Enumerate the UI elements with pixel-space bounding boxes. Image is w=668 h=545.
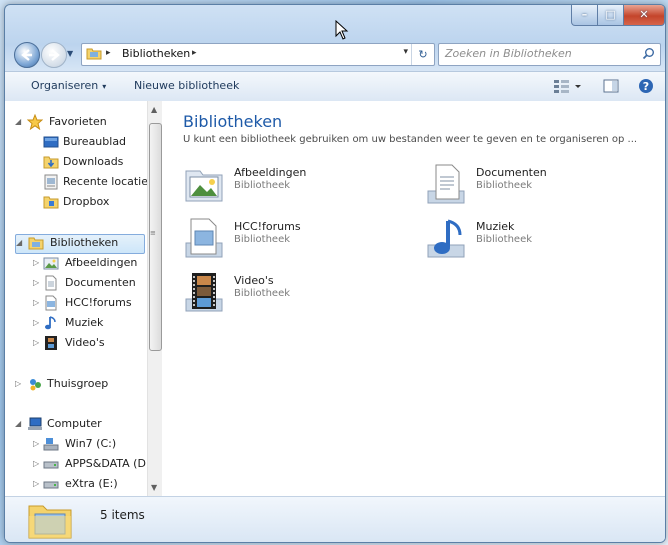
scroll-up-arrow-icon[interactable]: ▲ (151, 105, 157, 114)
mouse-cursor-icon (335, 20, 349, 40)
recent-pages-dropdown[interactable]: ▼ (67, 49, 73, 58)
tile-name: Video's (234, 274, 274, 287)
back-button[interactable] (14, 42, 40, 68)
preview-pane-icon[interactable] (603, 78, 619, 94)
tile-name: Muziek (476, 220, 515, 233)
nav-libraries[interactable]: ◢ Bibliotheken (15, 234, 145, 254)
desktop-icon (43, 136, 59, 148)
close-button[interactable]: ✕ (623, 5, 665, 26)
tile-type: Bibliotheek (234, 288, 291, 299)
tile-type: Bibliotheek (234, 234, 291, 245)
explorer-window: – □ ✕ ▼ ▸ Bibliotheken ▸ ▾ ↻ Zoeken in B… (4, 4, 666, 543)
homegroup-icon (30, 379, 41, 391)
hard-drive-icon (43, 481, 59, 489)
details-pane: 5 items (5, 496, 665, 542)
tile-name: HCC!forums (234, 220, 301, 233)
collapse-arrow-icon[interactable]: ◢ (16, 235, 22, 251)
tile-name: Documenten (476, 166, 547, 179)
search-placeholder: Zoeken in Bibliotheken (445, 47, 572, 60)
change-view-icon[interactable] (553, 78, 583, 94)
new-library-button[interactable]: Nieuwe bibliotheek (134, 79, 239, 92)
expand-arrow-icon[interactable]: ▷ (33, 475, 39, 493)
breadcrumb-separator-2[interactable]: ▸ (192, 48, 197, 58)
folder-library-icon (185, 218, 223, 258)
page-title: Bibliotheken (183, 112, 283, 131)
help-icon[interactable]: ? (638, 78, 654, 94)
library-tile-documents[interactable]: Documenten Bibliotheek (424, 163, 634, 211)
search-box[interactable]: Zoeken in Bibliotheken (438, 43, 661, 66)
system-drive-icon (43, 438, 59, 451)
arrow-left-icon (21, 49, 32, 61)
address-dropdown[interactable]: ▾ (403, 47, 408, 57)
library-tile-pictures[interactable]: Afbeeldingen Bibliotheek (182, 163, 392, 211)
page-description: U kunt een bibliotheek gebruiken om uw b… (183, 134, 638, 145)
address-bar[interactable]: ▸ Bibliotheken ▸ ▾ ↻ (81, 43, 435, 66)
computer-icon (28, 417, 42, 430)
forward-button[interactable] (41, 42, 67, 68)
maximize-button[interactable]: □ (597, 5, 624, 26)
tile-type: Bibliotheek (234, 180, 291, 191)
libraries-folder-icon (28, 237, 44, 250)
collapse-arrow-icon[interactable]: ◢ (15, 113, 21, 131)
content-pane: Bibliotheken U kunt een bibliotheek gebr… (162, 101, 665, 496)
command-bar: Organiseren ▾ Nieuwe bibliotheek ? (5, 71, 665, 102)
dropbox-folder-icon (43, 196, 59, 209)
music-library-icon (427, 219, 465, 258)
collapse-arrow-icon[interactable]: ◢ (15, 415, 21, 433)
tile-type: Bibliotheek (476, 180, 533, 191)
expand-arrow-icon[interactable]: ▷ (33, 455, 39, 473)
videos-library-icon (185, 273, 223, 312)
pictures-icon (43, 257, 59, 270)
documents-library-icon (427, 164, 465, 204)
organize-menu[interactable]: Organiseren ▾ (31, 79, 106, 92)
pictures-library-icon (185, 170, 223, 202)
svg-text:?: ? (643, 80, 649, 93)
navigation-scrollbar[interactable]: ▲ ≡ ▼ (147, 101, 162, 496)
address-row: ▼ ▸ Bibliotheken ▸ ▾ ↻ Zoeken in Bibliot… (5, 39, 665, 69)
tile-type: Bibliotheek (476, 234, 533, 245)
hccforums-icon (45, 295, 57, 311)
downloads-folder-icon (43, 156, 59, 169)
music-note-icon (45, 316, 56, 330)
libraries-folder-large-icon (28, 505, 72, 539)
expand-arrow-icon[interactable]: ▷ (33, 314, 39, 332)
breadcrumb-separator[interactable]: ▸ (106, 48, 111, 58)
breadcrumb-libraries[interactable]: Bibliotheken (122, 47, 190, 60)
libraries-folder-icon (86, 48, 102, 60)
recent-places-icon (44, 174, 58, 190)
expand-arrow-icon[interactable]: ▷ (15, 375, 21, 393)
scrollbar-grip-icon: ≡ (150, 229, 156, 237)
documents-icon (45, 275, 57, 291)
scrollbar-thumb[interactable] (149, 123, 162, 351)
library-tile-music[interactable]: Muziek Bibliotheek (424, 217, 634, 265)
item-count: 5 items (100, 508, 145, 522)
star-icon (27, 114, 43, 130)
navigation-pane: ◢ Favorieten Bureaublad Downloads Recent… (5, 101, 162, 496)
tile-name: Afbeeldingen (234, 166, 307, 179)
expand-arrow-icon[interactable]: ▷ (33, 435, 39, 453)
hard-drive-icon (43, 461, 59, 469)
expand-arrow-icon[interactable]: ▷ (33, 294, 39, 312)
expand-arrow-icon[interactable]: ▷ (33, 274, 39, 292)
search-icon (642, 48, 654, 60)
film-strip-icon (45, 336, 57, 350)
arrow-right-icon (49, 49, 60, 61)
scroll-down-arrow-icon[interactable]: ▼ (151, 483, 157, 492)
library-tile-hccforums[interactable]: HCC!forums Bibliotheek (182, 217, 392, 265)
minimize-button[interactable]: – (571, 5, 598, 26)
expand-arrow-icon[interactable]: ▷ (33, 334, 39, 352)
refresh-button[interactable]: ↻ (411, 44, 434, 65)
expand-arrow-icon[interactable]: ▷ (33, 254, 39, 272)
library-tile-videos[interactable]: Video's Bibliotheek (182, 271, 392, 319)
